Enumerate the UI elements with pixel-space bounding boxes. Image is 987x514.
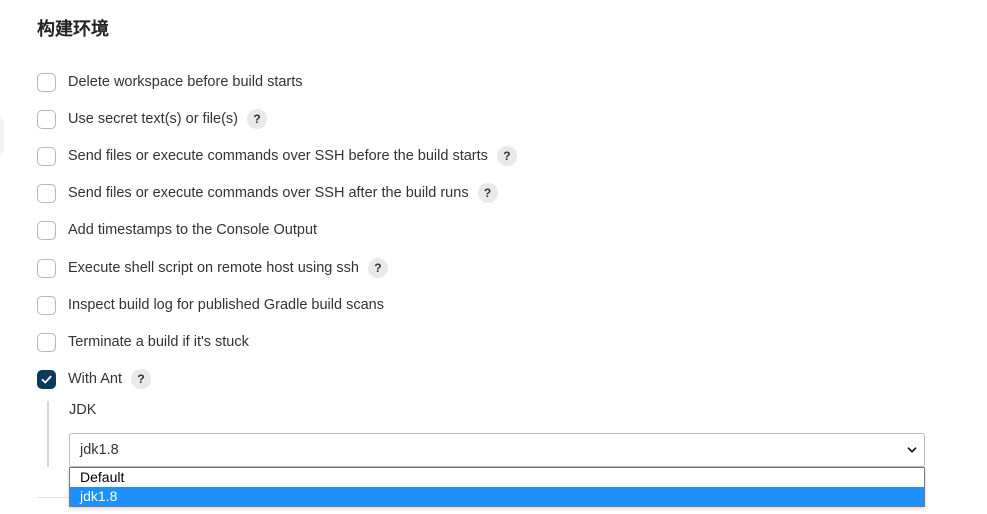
side-panel-tab[interactable] [0,116,4,156]
option-secret-text[interactable]: Use secret text(s) or file(s) ? [37,107,267,131]
build-environment-page: 构建环境 Delete workspace before build start… [0,0,987,514]
option-terminate-stuck[interactable]: Terminate a build if it's stuck [37,330,249,354]
jdk-label: JDK [69,402,97,418]
option-label: Use secret text(s) or file(s) [68,111,238,127]
help-icon[interactable]: ? [477,183,498,203]
timestamps-checkbox[interactable] [37,220,56,240]
jdk-option-jdk18[interactable]: jdk1.8 [70,487,924,506]
chevron-down-icon [907,447,917,453]
option-ssh-after-build[interactable]: Send files or execute commands over SSH … [37,181,498,205]
option-label: Execute shell script on remote host usin… [68,260,359,276]
nested-section-bar [47,401,49,467]
jdk-select[interactable]: jdk1.8 [69,433,925,467]
option-remote-shell[interactable]: Execute shell script on remote host usin… [37,256,388,280]
jdk-dropdown-list: Default jdk1.8 [69,467,925,507]
remote-shell-checkbox[interactable] [37,258,56,278]
option-label: Inspect build log for published Gradle b… [68,297,384,313]
terminate-stuck-checkbox[interactable] [37,332,56,352]
secret-text-checkbox[interactable] [37,109,56,129]
option-label: Terminate a build if it's stuck [68,334,249,350]
option-label: Delete workspace before build starts [68,74,303,90]
option-label: With Ant [68,371,122,387]
delete-workspace-checkbox[interactable] [37,72,56,92]
option-label: Add timestamps to the Console Output [68,222,318,238]
with-ant-checkbox[interactable] [37,369,56,389]
section-divider [37,497,69,498]
option-delete-workspace[interactable]: Delete workspace before build starts [37,70,303,94]
jdk-select-value: jdk1.8 [80,442,119,458]
section-title: 构建环境 [37,19,109,39]
option-ssh-before-build[interactable]: Send files or execute commands over SSH … [37,144,517,168]
help-icon[interactable]: ? [131,369,151,389]
option-timestamps[interactable]: Add timestamps to the Console Output [37,218,317,242]
gradle-scans-checkbox[interactable] [37,295,56,315]
ssh-after-build-checkbox[interactable] [37,183,56,203]
help-icon[interactable]: ? [496,146,517,166]
jdk-option-default[interactable]: Default [70,468,924,487]
help-icon[interactable]: ? [247,109,267,129]
checkmark-icon [41,375,52,383]
option-label: Send files or execute commands over SSH … [68,148,488,164]
option-with-ant[interactable]: With Ant ? [37,367,151,391]
help-icon[interactable]: ? [367,258,388,278]
ssh-before-build-checkbox[interactable] [37,146,56,166]
option-label: Send files or execute commands over SSH … [68,185,469,201]
option-gradle-scans[interactable]: Inspect build log for published Gradle b… [37,293,384,317]
